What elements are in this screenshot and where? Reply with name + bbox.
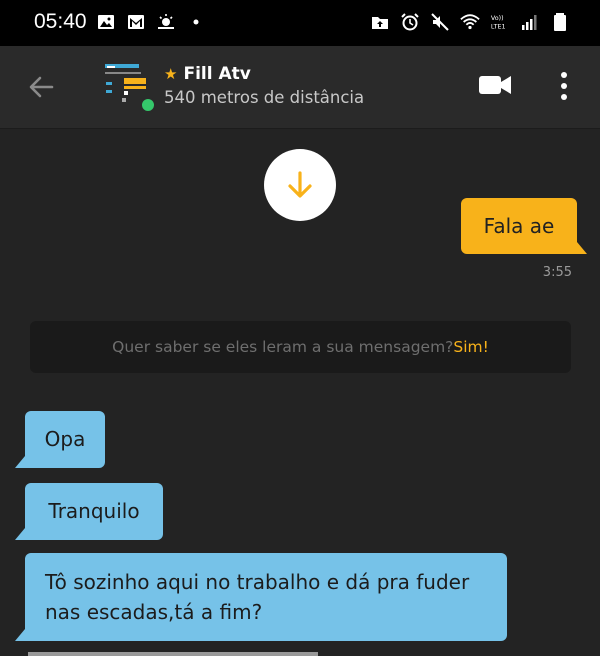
more-options-icon[interactable] — [554, 70, 574, 102]
incoming-message[interactable]: Opa — [25, 411, 105, 468]
wifi-icon — [460, 14, 480, 30]
incoming-message[interactable]: Tô sozinho aqui no trabalho e dá pra fud… — [25, 553, 507, 641]
volte-icon: Vo))LTE1 — [491, 15, 506, 30]
favorite-star-icon: ★ — [164, 65, 178, 83]
read-receipt-prompt: Quer saber se eles leram a sua mensagem? — [112, 338, 454, 356]
profile-name-row[interactable]: ★ Fill Atv — [164, 64, 251, 84]
read-receipt-banner: Quer saber se eles leram a sua mensagem?… — [30, 321, 571, 373]
svg-text:Vo)): Vo)) — [491, 15, 504, 22]
incoming-message-tail — [15, 629, 25, 641]
profile-name: Fill Atv — [183, 64, 251, 84]
weather-icon — [158, 14, 174, 29]
status-bar: 05:40 Vo)) LTE1 — [0, 0, 600, 46]
mute-icon — [431, 13, 449, 31]
alarm-icon — [401, 13, 419, 31]
outgoing-message-tail — [577, 242, 587, 254]
arrow-down-icon — [288, 171, 312, 198]
signal-icon — [522, 15, 537, 30]
read-receipt-yes-link[interactable]: Sim! — [453, 338, 488, 356]
partial-next-message — [28, 652, 318, 656]
image-icon — [98, 15, 114, 29]
incoming-message-tail — [15, 456, 25, 468]
upload-icon — [372, 17, 388, 29]
status-time: 05:40 — [34, 10, 87, 33]
scroll-to-bottom-button[interactable] — [264, 149, 336, 221]
dot-icon — [193, 19, 199, 25]
back-arrow-icon[interactable] — [24, 70, 58, 104]
mail-icon — [128, 15, 144, 29]
incoming-message[interactable]: Tranquilo — [25, 483, 163, 540]
message-timestamp: 3:55 — [542, 265, 572, 280]
outgoing-message[interactable]: Fala ae — [461, 198, 577, 254]
video-call-icon[interactable] — [478, 71, 512, 99]
incoming-message-tail — [15, 528, 25, 540]
profile-distance: 540 metros de distância — [164, 88, 365, 107]
online-indicator — [140, 97, 156, 113]
battery-icon — [554, 13, 566, 31]
svg-text:LTE1: LTE1 — [491, 23, 506, 30]
